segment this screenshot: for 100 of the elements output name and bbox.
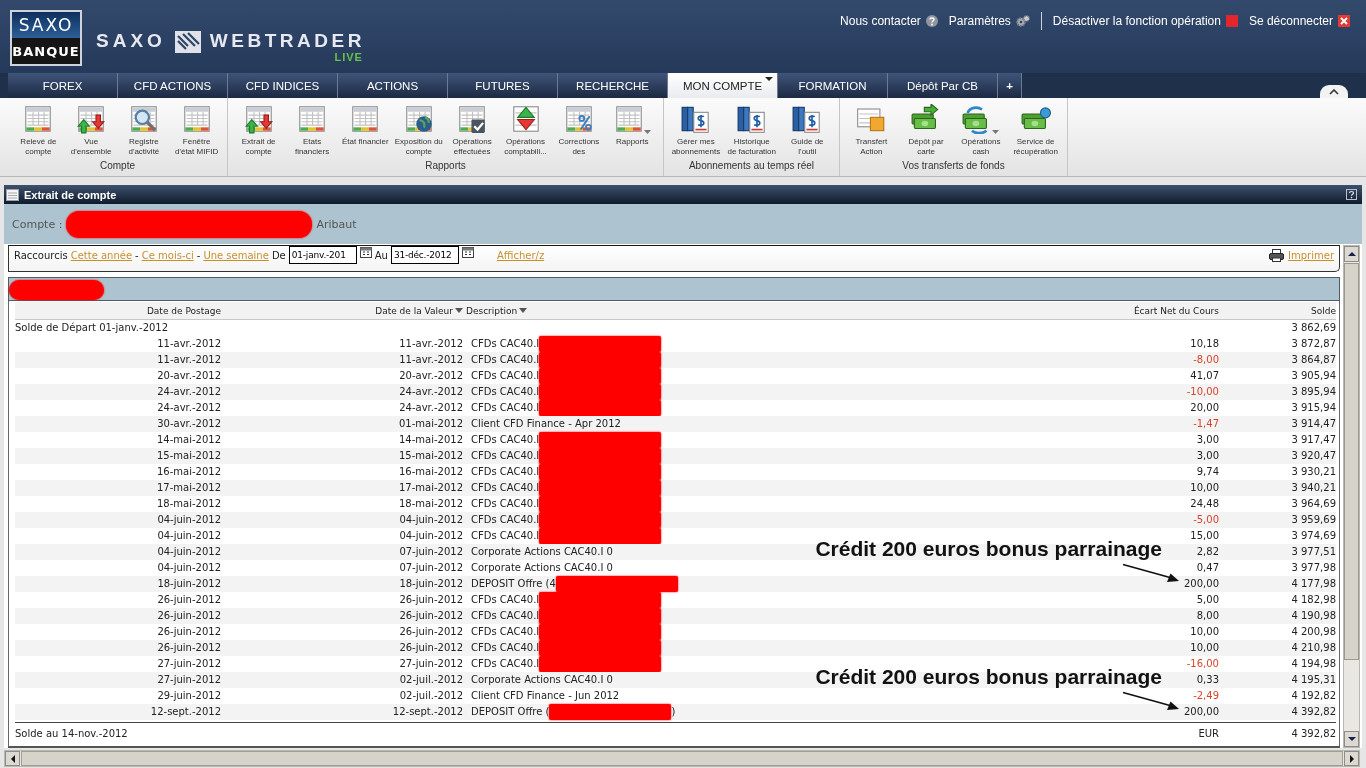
chevron-up-icon	[1329, 88, 1339, 95]
ribbon-button[interactable]: Relevé de compte	[13, 102, 64, 160]
logout-link[interactable]: Se déconnecter	[1248, 14, 1350, 28]
binders-document-icon	[792, 104, 823, 134]
ribbon-button[interactable]: Historique de facturation	[726, 102, 777, 160]
nav-tab[interactable]: +	[998, 73, 1022, 98]
description-text: CFDs CAC40.I	[471, 337, 540, 351]
balance-cell-text: 4 192,82	[1291, 689, 1336, 703]
ribbon-button[interactable]: Gérer mes abonnements	[670, 102, 722, 160]
date-cell-text: 30-avr.-2012	[157, 417, 221, 431]
date-field[interactable]: 01-janv.-201	[288, 246, 357, 264]
amount-cell-text: 2,82	[1196, 545, 1219, 559]
balance-cell-text: 4 194,98	[1291, 657, 1336, 671]
balance-cell-text: 4 392,82	[1291, 726, 1336, 741]
scroll-up-button[interactable]	[1344, 246, 1359, 262]
amount-cell-text: -10,00	[1186, 385, 1219, 399]
description-text: CFDs CAC40.I	[471, 401, 540, 415]
ribbon-button[interactable]: Rapports	[607, 102, 658, 160]
amount-cell-text: 10,00	[1190, 625, 1219, 639]
balance-cell-text: 3 917,47	[1291, 433, 1336, 447]
trading-toggle-link[interactable]: Désactiver la fonction opération	[1052, 14, 1238, 28]
checkbox-sheet-icon	[457, 104, 488, 134]
gears-icon	[1015, 15, 1030, 27]
description-text: CFDs CAC40.I	[471, 529, 540, 543]
balance-label: Solde au 14-nov.-2012	[15, 726, 128, 741]
column-header: Date de Postage	[146, 304, 221, 318]
ribbon-button[interactable]: Vue d'ensemble	[66, 102, 117, 160]
scroll-left-button[interactable]	[5, 751, 20, 766]
sort-caret-icon[interactable]	[519, 308, 528, 313]
value-date-cell-text: 18-mai-2012	[398, 497, 463, 511]
description-text: CFDs CAC40.I	[471, 385, 540, 399]
date-cell-text: 27-juin-2012	[157, 673, 221, 687]
calendar-icon[interactable]	[461, 246, 474, 258]
help-icon[interactable]	[1346, 189, 1357, 200]
nav-tab[interactable]: FOREX	[8, 73, 118, 98]
nav-tab[interactable]: Dépôt Par CB	[888, 73, 998, 98]
ribbon-button[interactable]: Extrait de compte	[233, 102, 284, 160]
balance-cell-text: 4 190,98	[1291, 609, 1336, 623]
contact-link[interactable]: Nous contacter	[840, 14, 938, 28]
nav-tab[interactable]: ACTIONS	[338, 73, 448, 98]
nav-tab[interactable]: CFD ACTIONS	[118, 73, 228, 98]
triangle-down-icon	[1347, 737, 1356, 741]
ribbon-button[interactable]: Corrections des	[553, 102, 604, 160]
ribbon-button[interactable]: Etats financiers	[287, 102, 338, 160]
ribbon-button[interactable]: Dépôt par carte	[901, 102, 952, 160]
sort-caret-icon[interactable]	[455, 308, 463, 313]
vertical-scrollbar[interactable]	[1343, 245, 1360, 748]
group-title: Vos transferts de fonds	[901, 160, 1006, 173]
settings-link[interactable]: Paramètres	[948, 14, 1030, 28]
ribbon-button[interactable]: Guide de l'outil	[782, 102, 833, 160]
ribbon-button[interactable]: Opérations cash	[955, 102, 1006, 160]
date-cell-text: 04-juin-2012	[157, 529, 221, 543]
date-cell-text: 18-mai-2012	[156, 497, 221, 511]
balance-cell-text: 3 864,87	[1291, 353, 1336, 367]
date-field[interactable]: 31-déc.-2012	[390, 246, 459, 264]
ribbon-button[interactable]: Opérations comptabili...	[500, 102, 551, 160]
ribbon-button[interactable]: Service de récupération	[1010, 102, 1061, 160]
description-text: DEPOSIT Offre (	[471, 705, 550, 719]
balance-cell-text: 3 872,87	[1291, 337, 1336, 351]
nav-tab[interactable]: RECHERCHE	[558, 73, 668, 98]
balance-label: Solde de Départ 01-janv.-2012	[15, 321, 169, 335]
nav-tab[interactable]: FORMATION	[778, 73, 888, 98]
amount-cell-text: 41,07	[1190, 369, 1219, 383]
ribbon-button[interactable]: Fenêtre d'état MIFID	[171, 102, 222, 160]
balance-cell-text: 3 895,94	[1291, 385, 1336, 399]
ribbon-button[interactable]: Transfert Action	[846, 102, 897, 160]
nav-tab[interactable]: CFD INDICES	[228, 73, 338, 98]
calendar-icon[interactable]	[359, 246, 372, 258]
annotation-text: Crédit 200 euros bonus parrainage	[815, 537, 1162, 561]
date-cell-text: 14-mai-2012	[156, 433, 221, 447]
date-cell-text: 11-avr.-2012	[157, 337, 221, 351]
group-title: Compte	[99, 160, 136, 173]
balance-cell-text: 3 920,47	[1291, 449, 1336, 463]
value-date-cell-text: 04-juin-2012	[399, 513, 463, 527]
balance-cell-text: 3 959,69	[1291, 513, 1336, 527]
scroll-down-button[interactable]	[1344, 731, 1359, 747]
ribbon-button[interactable]: Opérations effectuées	[447, 102, 498, 160]
amount-cell-text: 200,00	[1184, 577, 1219, 591]
value-date-cell-text: 20-avr.-2012	[399, 369, 463, 383]
amount-cell-text: 200,00	[1184, 705, 1219, 719]
nav-tab[interactable]: FUTURES	[448, 73, 558, 98]
date-cell-text: 17-mai-2012	[156, 481, 221, 495]
value-date-cell-text: 26-juin-2012	[399, 609, 463, 623]
printer-icon[interactable]	[1269, 249, 1285, 262]
balance-cell-text: 3 940,21	[1291, 481, 1336, 495]
date-cell-text: 24-avr.-2012	[157, 401, 221, 415]
value-date-cell-text: 16-mai-2012	[398, 465, 463, 479]
scrollbar-thumb[interactable]	[1344, 263, 1359, 660]
panel-title: Extrait de compte	[24, 188, 117, 201]
value-date-cell-text: 02-juil.-2012	[399, 673, 463, 687]
ribbon-button[interactable]: Registre d'activité	[118, 102, 169, 160]
amount-cell-text: 15,00	[1190, 529, 1219, 543]
filter-label: Raccourcis	[14, 249, 68, 263]
collapse-ribbon-button[interactable]	[1320, 85, 1348, 98]
scroll-right-button[interactable]	[1344, 751, 1359, 766]
ribbon-button[interactable]: Exposition du compte	[393, 102, 444, 160]
value-date-cell-text: 24-avr.-2012	[399, 401, 463, 415]
value-date-cell-text: 18-juin-2012	[399, 577, 463, 591]
nav-tab[interactable]: MON COMPTE	[668, 73, 778, 98]
ribbon-button[interactable]: État financier	[340, 102, 391, 160]
